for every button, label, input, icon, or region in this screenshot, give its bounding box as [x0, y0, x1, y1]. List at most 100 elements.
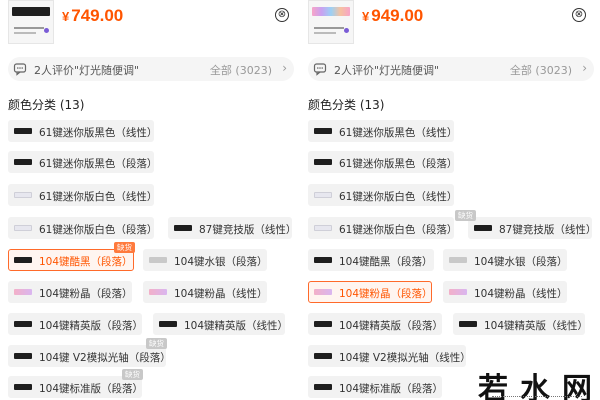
option-104-v2-optical[interactable]: 104键 V2模拟光轴（线性）	[308, 345, 471, 367]
option-label: 61键迷你版黑色（线性）	[339, 127, 458, 139]
option-label: 104键精英版（线性）	[484, 320, 589, 332]
option-104-elite-linear[interactable]: 104键精英版（线性）	[153, 313, 289, 335]
option-label: 87键竞技版（线性）	[499, 224, 597, 236]
option-label: 104键酷黑（段落）	[39, 256, 133, 268]
option-label: 61键迷你版黑色（段落）	[339, 158, 458, 170]
review-summary: 2人评价"灯光随便调"	[34, 64, 140, 77]
section-title: 颜色分类 (13)	[8, 98, 85, 112]
option-label: 61键迷你版白色（线性）	[339, 191, 458, 203]
keyboard-image	[12, 7, 50, 16]
option-label: 104键水银（段落）	[474, 256, 568, 268]
keyboard-swatch-icon	[14, 353, 32, 359]
option-104-black-tactile[interactable]: 104键酷黑（段落） 缺货	[8, 242, 135, 271]
keyboard-swatch-icon	[314, 192, 332, 198]
close-icon[interactable]: ⊗	[572, 8, 586, 22]
keyboard-swatch-icon	[314, 159, 332, 165]
keyboard-swatch-icon	[314, 353, 332, 359]
option-104-elite-tactile[interactable]: 104键精英版（段落）	[308, 313, 443, 335]
stock-badge: 缺货	[146, 338, 167, 349]
keyboard-swatch-icon	[14, 384, 32, 390]
option-label: 104键粉晶（段落）	[39, 288, 133, 300]
option-label: 104键 V2模拟光轴（段落）	[39, 352, 171, 364]
option-104-mercury-tactile[interactable]: 104键水银（段落）	[143, 249, 268, 271]
option-87-linear[interactable]: 87键竞技版（线性） 缺货	[455, 210, 596, 239]
option-label: 104键精英版（线性）	[184, 320, 289, 332]
option-87-linear[interactable]: 87键竞技版（线性）	[168, 217, 296, 239]
keyboard-swatch-icon	[314, 225, 332, 231]
keyboard-swatch-icon	[459, 321, 477, 327]
option-label: 61键迷你版白色（段落）	[39, 224, 158, 236]
sku-panel-right: ¥949.00 ⊗ 2人评价"灯光随便调" 全部 (3023) › 颜色分类 (…	[300, 0, 600, 400]
option-104-pink-linear[interactable]: 104键粉晶（线性）	[443, 281, 568, 303]
price: ¥749.00	[62, 6, 123, 26]
option-label: 61键迷你版白色（线性）	[39, 191, 158, 203]
review-all-count[interactable]: 全部 (3023)	[210, 62, 272, 78]
option-104-elite-linear[interactable]: 104键精英版（线性）	[453, 313, 589, 335]
thumb-caption	[14, 27, 44, 29]
option-61-white-linear[interactable]: 61键迷你版白色（线性）	[8, 184, 158, 206]
option-label: 104键水银（段落）	[174, 256, 268, 268]
option-61-white-tactile[interactable]: 61键迷你版白色（段落）	[8, 217, 158, 239]
keyboard-swatch-icon	[14, 257, 32, 263]
thumb-caption	[314, 27, 344, 29]
keyboard-swatch-icon	[149, 289, 167, 295]
option-61-white-linear[interactable]: 61键迷你版白色（线性）	[308, 184, 458, 206]
option-label: 104键标准版（段落）	[39, 383, 144, 395]
option-104-v2-optical[interactable]: 104键 V2模拟光轴（段落） 缺货	[8, 338, 171, 367]
option-104-standard-tactile[interactable]: 104键标准版（段落） 缺货	[8, 369, 144, 398]
option-label: 87键竞技版（线性）	[199, 224, 297, 236]
chevron-right-icon: ›	[282, 61, 287, 75]
option-label: 104键标准版（段落）	[339, 383, 444, 395]
option-104-elite-tactile[interactable]: 104键精英版（段落）	[8, 313, 144, 335]
thumb-logo-icon	[44, 28, 49, 33]
keyboard-swatch-icon	[474, 225, 492, 231]
option-61-black-linear[interactable]: 61键迷你版黑色（线性）	[8, 120, 158, 142]
keyboard-swatch-icon	[159, 321, 177, 327]
option-104-pink-tactile[interactable]: 104键粉晶（段落）	[8, 281, 133, 303]
currency-symbol: ¥	[62, 9, 70, 24]
price-value: 749.00	[71, 6, 124, 25]
sku-panel-left: ¥749.00 ⊗ 2人评价"灯光随便调" 全部 (3023) › 颜色分类 (…	[0, 0, 300, 400]
keyboard-swatch-icon	[449, 257, 467, 263]
close-icon[interactable]: ⊗	[275, 8, 289, 22]
section-title: 颜色分类 (13)	[308, 98, 385, 112]
option-label: 61键迷你版黑色（线性）	[39, 127, 158, 139]
product-thumbnail[interactable]	[308, 0, 354, 44]
option-104-standard-tactile[interactable]: 104键标准版（段落）	[308, 376, 444, 398]
option-label: 104键粉晶（线性）	[474, 288, 568, 300]
keyboard-swatch-icon	[314, 128, 332, 134]
option-61-white-tactile[interactable]: 61键迷你版白色（段落）	[308, 217, 458, 239]
review-bar[interactable]: 2人评价"灯光随便调" 全部 (3023) ›	[8, 57, 294, 81]
option-61-black-tactile[interactable]: 61键迷你版黑色（段落）	[8, 151, 158, 173]
option-61-black-linear[interactable]: 61键迷你版黑色（线性）	[308, 120, 458, 142]
option-label: 104键粉晶（段落）	[339, 288, 433, 300]
option-104-black-tactile[interactable]: 104键酷黑（段落）	[308, 249, 434, 271]
review-bar[interactable]: 2人评价"灯光随便调" 全部 (3023) ›	[308, 57, 594, 81]
watermark: 若水网	[478, 372, 600, 400]
currency-symbol: ¥	[362, 9, 370, 24]
review-summary: 2人评价"灯光随便调"	[334, 64, 440, 77]
option-label: 61键迷你版黑色（段落）	[39, 158, 158, 170]
stock-badge: 缺货	[114, 242, 135, 253]
thumb-logo-icon	[344, 28, 349, 33]
option-label: 104键精英版（段落）	[39, 320, 144, 332]
comment-icon	[13, 63, 27, 76]
thumb-caption	[14, 32, 36, 34]
keyboard-swatch-icon	[314, 257, 332, 263]
option-104-mercury-tactile[interactable]: 104键水银（段落）	[443, 249, 568, 271]
product-thumbnail[interactable]	[8, 0, 54, 44]
option-104-pink-linear[interactable]: 104键粉晶（线性）	[143, 281, 268, 303]
option-label: 61键迷你版白色（段落）	[339, 224, 458, 236]
keyboard-swatch-icon	[314, 321, 332, 327]
keyboard-image	[312, 7, 350, 16]
option-104-pink-tactile[interactable]: 104键粉晶（段落）	[308, 281, 433, 303]
option-61-black-tactile[interactable]: 61键迷你版黑色（段落）	[308, 151, 458, 173]
chevron-right-icon: ›	[582, 61, 587, 75]
review-all-count[interactable]: 全部 (3023)	[510, 62, 572, 78]
keyboard-swatch-icon	[314, 384, 332, 390]
comment-icon	[313, 63, 327, 76]
keyboard-swatch-icon	[449, 289, 467, 295]
keyboard-swatch-icon	[149, 257, 167, 263]
option-label: 104键 V2模拟光轴（线性）	[339, 352, 471, 364]
keyboard-swatch-icon	[174, 225, 192, 231]
